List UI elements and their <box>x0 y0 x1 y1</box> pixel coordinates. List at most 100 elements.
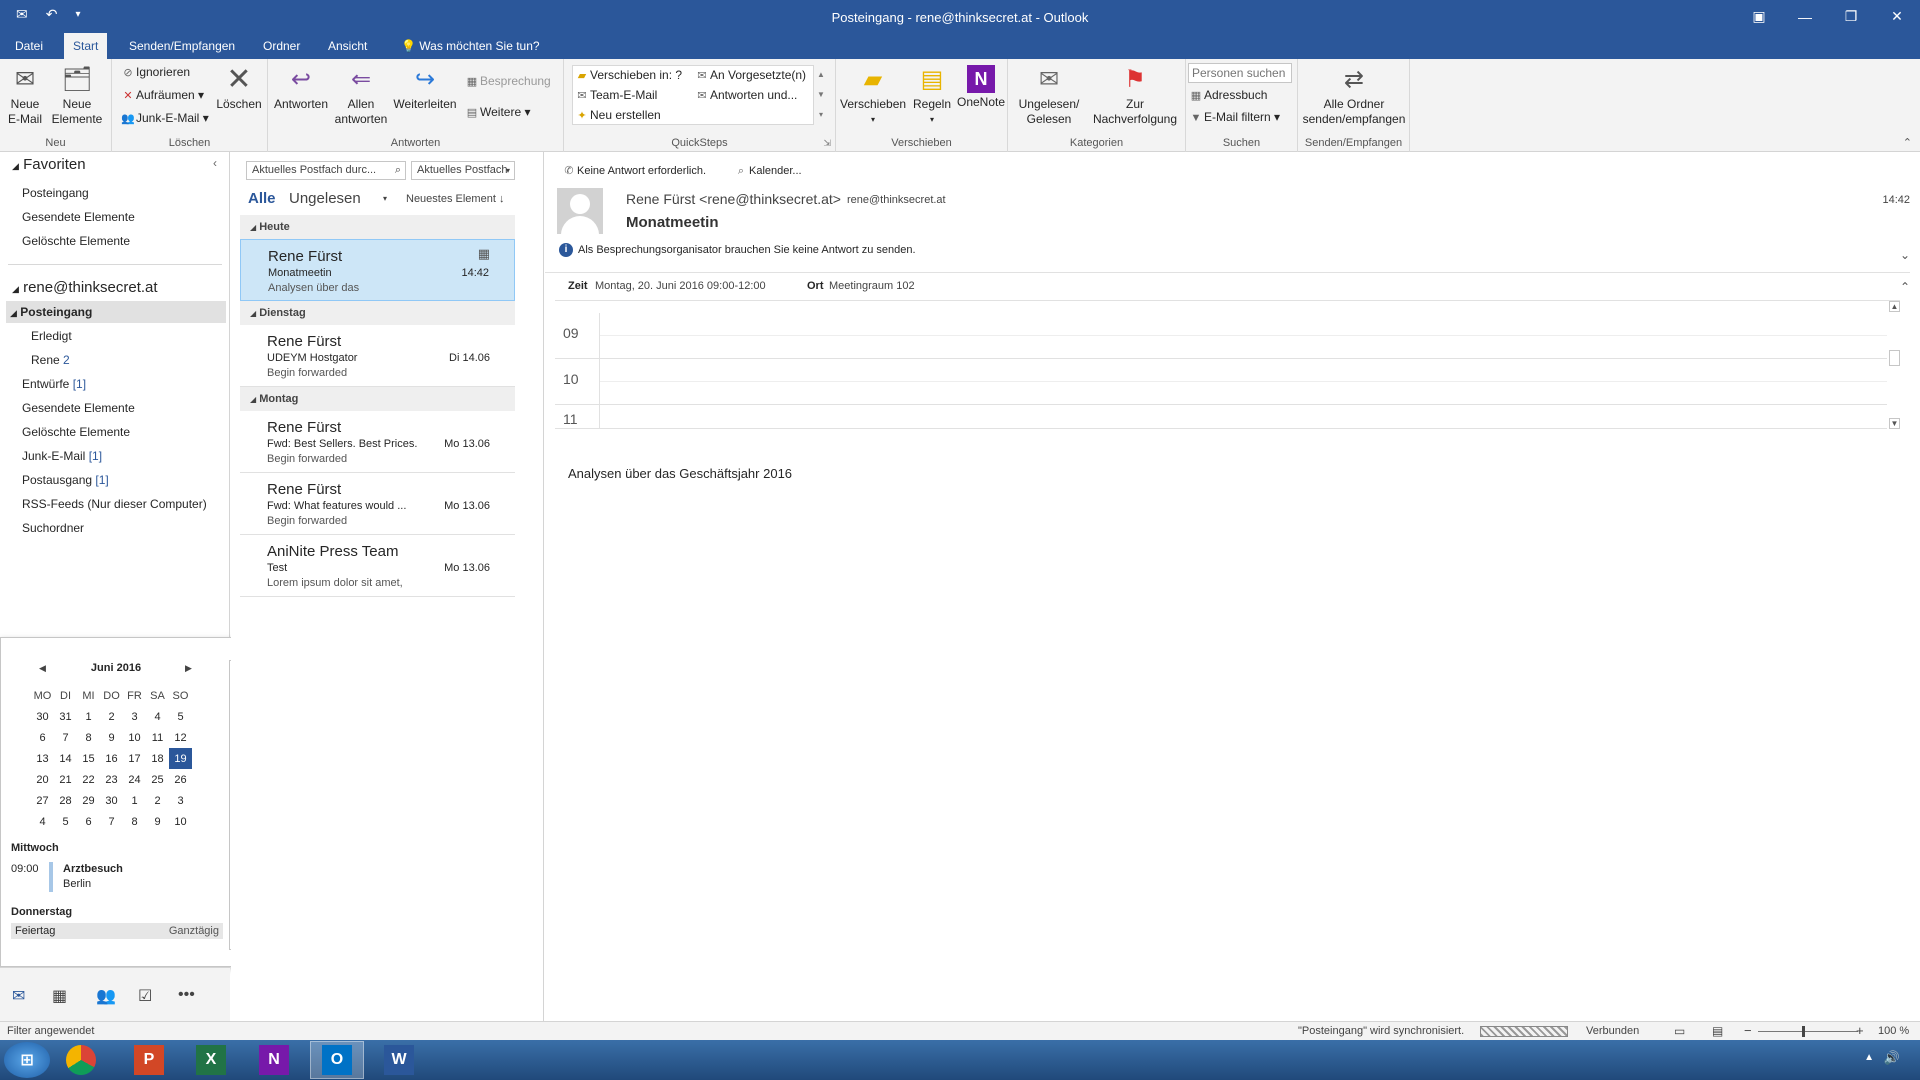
calendar-day[interactable]: 13 <box>31 748 54 769</box>
calendar-day[interactable]: 6 <box>31 727 54 748</box>
forward-button[interactable]: ↪ Weiterleiten <box>392 63 458 112</box>
fav-posteingang[interactable]: Posteingang <box>22 186 89 200</box>
fav-gesendete[interactable]: Gesendete Elemente <box>22 210 135 224</box>
delete-button[interactable]: ✕ Löschen <box>216 63 262 112</box>
quickstep-manager[interactable]: ✉ An Vorgesetzte(n) <box>694 67 806 84</box>
minimize-button[interactable]: — <box>1782 0 1828 33</box>
people-search-input[interactable] <box>1188 63 1292 83</box>
filter-dropdown-icon[interactable]: ▾ <box>383 194 387 203</box>
folder-entwuerfe[interactable]: Entwürfe [1] <box>22 377 86 391</box>
folder-gesendete[interactable]: Gesendete Elemente <box>22 401 135 415</box>
calendar-icon[interactable]: ▦ <box>52 986 67 1006</box>
zoom-in-icon[interactable]: + <box>1856 1023 1864 1038</box>
sender[interactable]: Rene Fürst <rene@thinksecret.at> <box>626 191 841 207</box>
calendar-day[interactable]: 9 <box>100 727 123 748</box>
calendar-day[interactable]: 5 <box>54 811 77 832</box>
tab-start[interactable]: Start <box>64 33 108 59</box>
calendar-day[interactable]: 3 <box>169 790 192 811</box>
search-input[interactable]: Aktuelles Postfach durc... ⌕ <box>246 161 406 180</box>
quickstep-team-email[interactable]: ✉ Team-E-Mail <box>574 87 657 104</box>
onenote-taskbar-icon[interactable]: N <box>259 1045 289 1075</box>
recipient[interactable]: rene@thinksecret.at <box>847 194 946 206</box>
calendar-day[interactable]: 20 <box>31 769 54 790</box>
folder-geloeschte[interactable]: Gelöschte Elemente <box>22 425 130 439</box>
calendar-day[interactable]: 7 <box>54 727 77 748</box>
zoom-level[interactable]: 100 % <box>1878 1025 1909 1037</box>
people-icon[interactable]: 👥 <box>96 986 116 1006</box>
close-button[interactable]: ✕ <box>1874 0 1920 33</box>
zoom-out-icon[interactable]: − <box>1744 1023 1752 1038</box>
calendar-day[interactable]: 25 <box>146 769 169 790</box>
excel-icon[interactable]: X <box>196 1045 226 1075</box>
collapse-ribbon-icon[interactable]: ⌃ <box>1903 136 1912 149</box>
zoom-slider[interactable] <box>1758 1031 1858 1032</box>
filter-all[interactable]: Alle <box>248 190 276 207</box>
calendar-day[interactable]: 4 <box>31 811 54 832</box>
calendar-button[interactable]: ⌕ Kalender... <box>733 163 802 179</box>
calendar-day[interactable]: 4 <box>146 706 169 727</box>
normal-view-icon[interactable]: ▭ <box>1674 1024 1685 1038</box>
calendar-day[interactable]: 9 <box>146 811 169 832</box>
calendar-day[interactable]: 7 <box>100 811 123 832</box>
quickstep-create-new[interactable]: ✦ Neu erstellen <box>574 107 660 124</box>
junk-button[interactable]: 👥Junk-E-Mail ▾ <box>120 110 209 127</box>
calendar-day[interactable]: 31 <box>54 706 77 727</box>
folder-rene[interactable]: Rene 2 <box>31 353 70 367</box>
calendar-day[interactable]: 1 <box>77 706 100 727</box>
onenote-button[interactable]: N OneNote <box>956 63 1006 110</box>
calendar-day[interactable]: 8 <box>77 727 100 748</box>
move-button[interactable]: ▰ Verschieben ▾ <box>840 63 906 127</box>
fav-geloeschte[interactable]: Gelöschte Elemente <box>22 234 130 248</box>
tab-ordner[interactable]: Ordner <box>254 33 309 59</box>
volume-icon[interactable]: 🔊 <box>1884 1050 1900 1066</box>
new-items-button[interactable]: 🗂 Neue Elemente <box>48 63 106 127</box>
calendar-day[interactable]: 21 <box>54 769 77 790</box>
calendar-day[interactable]: 30 <box>31 706 54 727</box>
quickstep-reply-delete[interactable]: ✉ Antworten und... <box>694 87 797 104</box>
calendar-day[interactable]: 12 <box>169 727 192 748</box>
ignore-button[interactable]: ⊘ Ignorieren <box>120 64 190 81</box>
calendar-day[interactable]: 30 <box>100 790 123 811</box>
filter-unread[interactable]: Ungelesen <box>289 190 361 207</box>
folder-postausgang[interactable]: Postausgang [1] <box>22 473 109 487</box>
next-month-icon[interactable]: ▶ <box>185 663 192 674</box>
addressbook-button[interactable]: ▦ Adressbuch <box>1188 87 1268 104</box>
list-item[interactable]: Rene Fürst UDEYM Hostgator Begin forwarded… <box>240 325 515 387</box>
calendar-day[interactable]: 5 <box>169 706 192 727</box>
collapse-calendar-icon[interactable]: ⌃ <box>1900 280 1910 294</box>
calendar-day[interactable]: 8 <box>123 811 146 832</box>
agenda-title[interactable]: Arztbesuch <box>63 863 123 875</box>
tell-me-box[interactable]: 💡 Was möchten Sie tun? <box>392 33 549 59</box>
calendar-day[interactable]: 24 <box>123 769 146 790</box>
allday-event[interactable]: Feiertag Ganztägig <box>11 923 223 939</box>
folder-erledigt[interactable]: Erledigt <box>31 329 72 343</box>
send-receive-all-button[interactable]: ⇄ Alle Ordner senden/empfangen <box>1302 63 1406 127</box>
calendar-day[interactable]: 22 <box>77 769 100 790</box>
zoom-thumb[interactable] <box>1802 1026 1805 1037</box>
expand-header-icon[interactable]: ⌄ <box>1900 248 1910 262</box>
more-icon[interactable]: ••• <box>178 986 195 1004</box>
mail-icon[interactable]: ✉ <box>12 986 25 1006</box>
tab-ansicht[interactable]: Ansicht <box>319 33 376 59</box>
reply-all-button[interactable]: ⇐ Allen antworten <box>332 63 390 127</box>
group-header[interactable]: ◢ Montag <box>240 387 515 411</box>
powerpoint-icon[interactable]: P <box>134 1045 164 1075</box>
folder-posteingang[interactable]: ◢ Posteingang <box>6 301 226 323</box>
calendar-day[interactable]: 14 <box>54 748 77 769</box>
timeslot[interactable] <box>599 359 1887 405</box>
calendar-day[interactable]: 26 <box>169 769 192 790</box>
calendar-day[interactable]: 18 <box>146 748 169 769</box>
calendar-day[interactable]: 6 <box>77 811 100 832</box>
minimize-pane-icon[interactable]: ‹ <box>213 156 217 170</box>
quickstep-move-to[interactable]: ▰ Verschieben in: ? <box>574 67 682 84</box>
calendar-day[interactable]: 10 <box>123 727 146 748</box>
outlook-taskbar-icon[interactable]: O <box>310 1041 364 1079</box>
folder-junk[interactable]: Junk-E-Mail [1] <box>22 449 102 463</box>
list-item[interactable]: Rene Fürst Monatmeetin Analysen über das 14… <box>240 239 515 301</box>
favorites-header[interactable]: ◢ Favoriten <box>12 156 86 173</box>
timeslot[interactable] <box>599 313 1887 359</box>
calendar-day[interactable]: 27 <box>31 790 54 811</box>
calendar-day[interactable]: 17 <box>123 748 146 769</box>
group-header[interactable]: ◢ Dienstag <box>240 301 515 325</box>
filter-email-button[interactable]: ▼ E-Mail filtern ▾ <box>1188 109 1281 126</box>
